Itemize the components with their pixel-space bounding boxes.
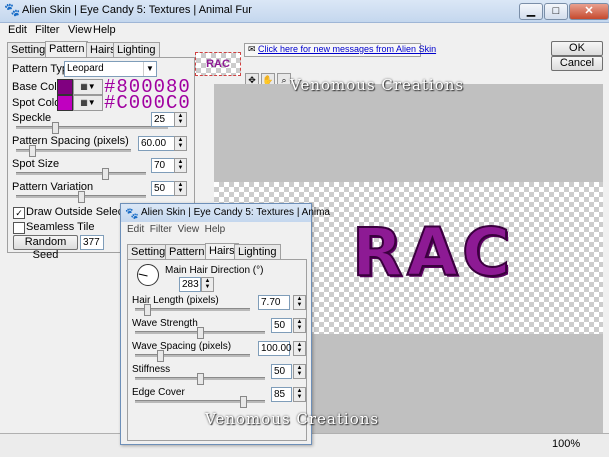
wave-strength-slider[interactable]	[135, 327, 265, 339]
wave-strength-input[interactable]: 50	[271, 318, 292, 333]
menu-edit[interactable]: Edit	[8, 24, 27, 36]
tab-pattern[interactable]: Pattern	[45, 41, 89, 57]
dialog-title: Alien Skin | Eye Candy 5: Textures | Ani…	[141, 207, 330, 218]
hair-length-slider[interactable]	[135, 304, 250, 316]
pattern-spacing-slider[interactable]	[16, 145, 131, 157]
spot-color-palette-button[interactable]: ▦▼	[73, 95, 103, 111]
hair-direction-dial[interactable]	[137, 264, 159, 286]
dialog-tab-lighting[interactable]: Lighting	[234, 244, 281, 259]
hair-length-spinner[interactable]: ▲ ▼	[293, 295, 306, 310]
spot-color-hex: #C000C0	[104, 92, 191, 114]
hair-length-slider-thumb[interactable]	[144, 304, 151, 316]
speckle-input[interactable]: 25	[151, 112, 175, 127]
stiffness-slider[interactable]	[135, 373, 265, 385]
wave-spacing-input[interactable]: 100.00	[258, 341, 292, 356]
chevron-down-icon: ▼	[143, 62, 156, 76]
pattern-variation-spinner[interactable]: ▲ ▼	[174, 181, 187, 196]
menu-bar: Edit Filter View Help	[0, 23, 609, 39]
ok-button[interactable]: OK	[551, 41, 603, 56]
menu-help[interactable]: Help	[93, 24, 116, 36]
speckle-slider[interactable]	[16, 122, 168, 134]
spot-size-spinner[interactable]: ▲ ▼	[174, 158, 187, 173]
zoom-level: 100%	[552, 438, 581, 450]
envelope-icon: ✉	[248, 44, 256, 54]
spot-size-slider-thumb[interactable]	[102, 168, 109, 180]
maximize-button[interactable]: □	[544, 3, 568, 20]
edge-cover-spinner[interactable]: ▲ ▼	[293, 387, 306, 402]
pattern-type-select[interactable]: Leopard ▼	[64, 61, 157, 77]
title-bar: 🐾 Alien Skin | Eye Candy 5: Textures | A…	[0, 0, 609, 23]
seamless-tile-checkbox[interactable]	[13, 222, 25, 234]
stiffness-label: Stiffness	[132, 364, 171, 375]
random-seed-button[interactable]: Random Seed	[13, 235, 78, 261]
speckle-label: Speckle	[12, 112, 52, 124]
wave-spacing-slider-thumb[interactable]	[157, 350, 164, 362]
edge-cover-slider-thumb[interactable]	[240, 396, 247, 408]
dial-needle	[138, 273, 148, 277]
navigation-thumbnail[interactable]: RAC	[195, 52, 241, 76]
wave-strength-slider-thumb[interactable]	[197, 327, 204, 339]
spot-size-input[interactable]: 70	[151, 158, 175, 173]
stiffness-slider-thumb[interactable]	[197, 373, 204, 385]
wave-spacing-spinner[interactable]: ▲ ▼	[293, 341, 306, 356]
menu-view[interactable]: View	[68, 24, 92, 36]
paw-icon: 🐾	[125, 208, 139, 220]
hair-direction-input[interactable]: 283	[179, 277, 201, 292]
edge-cover-input[interactable]: 85	[271, 387, 292, 402]
pattern-variation-input[interactable]: 50	[151, 181, 175, 196]
stiffness-spinner[interactable]: ▲ ▼	[293, 364, 306, 379]
thumbnail-text: RAC	[206, 58, 230, 70]
stiffness-input[interactable]: 50	[271, 364, 292, 379]
spot-color-swatch[interactable]	[57, 95, 73, 111]
draw-outside-checkbox[interactable]: ✓	[13, 207, 25, 219]
seamless-tile-label: Seamless Tile	[26, 221, 95, 233]
dialog-tab-strip: Settings Pattern Hairs Lighting	[127, 243, 307, 259]
dialog-tab-pattern[interactable]: Pattern	[165, 244, 209, 259]
cancel-button[interactable]: Cancel	[551, 56, 603, 71]
pattern-variation-slider[interactable]	[16, 191, 146, 203]
hairs-dialog: 🐾 Alien Skin | Eye Candy 5: Textures | A…	[120, 203, 330, 445]
watermark-bottom: Venomous Creations	[205, 410, 380, 428]
tab-lighting[interactable]: Lighting	[113, 42, 160, 57]
pattern-spacing-input[interactable]: 60.00	[138, 136, 175, 151]
spot-size-slider[interactable]	[16, 168, 146, 180]
minimize-button[interactable]: ▁	[519, 3, 543, 20]
hair-direction-label: Main Hair Direction (°)	[165, 265, 264, 276]
pattern-variation-slider-thumb[interactable]	[78, 191, 85, 203]
edge-cover-slider[interactable]	[135, 396, 265, 408]
speckle-spinner[interactable]: ▲ ▼	[174, 112, 187, 127]
preview-text-rac: RAC	[351, 213, 515, 292]
speckle-slider-thumb[interactable]	[52, 122, 59, 134]
dialog-menu-bar: Edit Filter View Help	[127, 224, 226, 235]
message-link[interactable]: Click here for new messages from Alien S…	[258, 44, 436, 54]
tab-strip: Settings Pattern Hairs Lighting	[7, 41, 197, 57]
hair-direction-spinner[interactable]: ▲ ▼	[201, 277, 214, 292]
window-title: Alien Skin | Eye Candy 5: Textures | Ani…	[22, 4, 252, 16]
wave-spacing-label: Wave Spacing (pixels)	[132, 341, 232, 352]
random-seed-input[interactable]: 377	[80, 235, 104, 250]
menu-filter[interactable]: Filter	[35, 24, 59, 36]
pattern-spacing-spinner[interactable]: ▲ ▼	[174, 136, 187, 151]
watermark-top: Venomous Creations	[290, 76, 465, 94]
wave-spacing-slider[interactable]	[135, 350, 250, 362]
paw-icon: 🐾	[4, 2, 21, 17]
base-color-palette-button[interactable]: ▦▼	[73, 79, 103, 95]
wave-strength-label: Wave Strength	[132, 318, 198, 329]
dialog-title-bar: 🐾 Alien Skin | Eye Candy 5: Textures | A…	[121, 204, 330, 222]
message-link-box[interactable]: ✉ Click here for new messages from Alien…	[244, 43, 436, 57]
pattern-type-value: Leopard	[67, 63, 104, 74]
close-button[interactable]: ✕	[569, 3, 609, 20]
spot-size-label: Spot Size	[12, 158, 60, 170]
base-color-swatch[interactable]	[57, 79, 73, 95]
wave-strength-spinner[interactable]: ▲ ▼	[293, 318, 306, 333]
edge-cover-label: Edge Cover	[132, 387, 185, 398]
hair-length-input[interactable]: 7.70	[258, 295, 290, 310]
pattern-spacing-slider-thumb[interactable]	[29, 145, 36, 157]
